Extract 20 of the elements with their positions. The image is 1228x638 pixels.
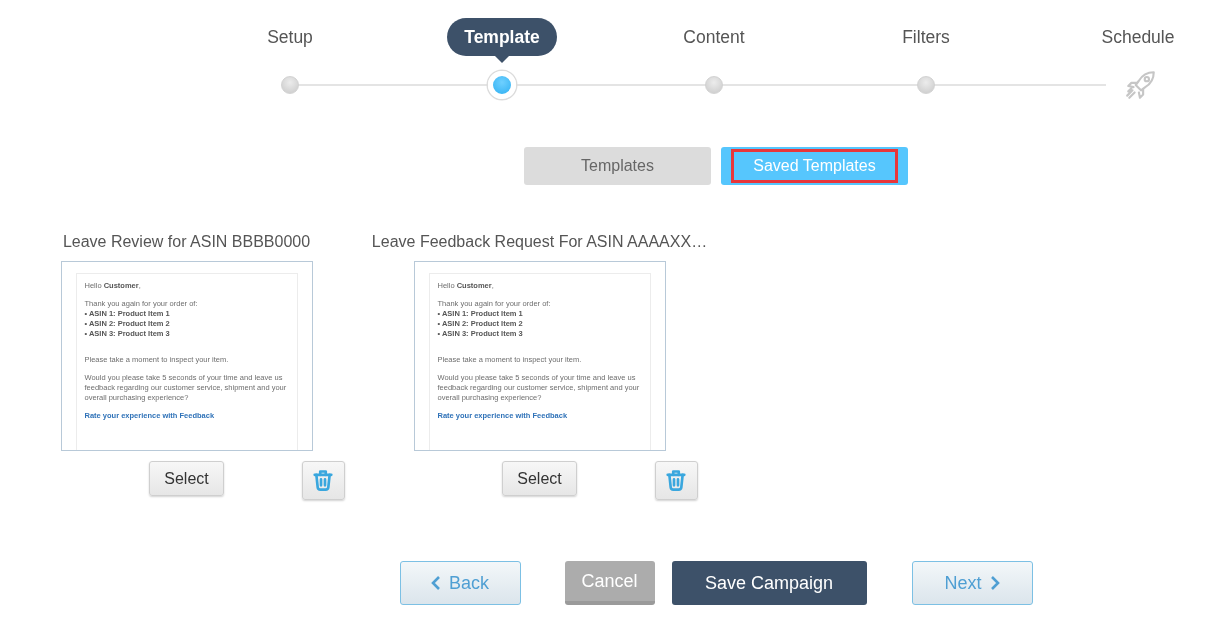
step-label: Content (683, 26, 745, 49)
select-button[interactable]: Select (502, 461, 577, 496)
template-title: Leave Feedback Request For ASIN AAAAXX… (371, 232, 708, 252)
delete-button[interactable] (301, 461, 345, 500)
chevron-left-icon (431, 575, 441, 591)
save-campaign-button[interactable]: Save Campaign (671, 561, 867, 605)
step-label: Schedule (1101, 26, 1175, 49)
select-button[interactable]: Select (149, 461, 224, 496)
current-step-label: Template (447, 18, 557, 63)
step-label: Setup (267, 26, 313, 49)
template-title: Leave Review for ASIN BBBB0000 (62, 232, 311, 252)
trash-icon (666, 470, 687, 491)
trash-icon (313, 470, 334, 491)
chevron-right-icon (989, 575, 1000, 591)
cancel-button[interactable]: Cancel (564, 561, 655, 605)
back-button[interactable]: Back (399, 561, 521, 605)
next-button[interactable]: Next (911, 561, 1033, 605)
delete-button[interactable] (654, 461, 698, 500)
tab[interactable]: Templates (524, 147, 711, 185)
step-label: Filters (902, 26, 950, 49)
